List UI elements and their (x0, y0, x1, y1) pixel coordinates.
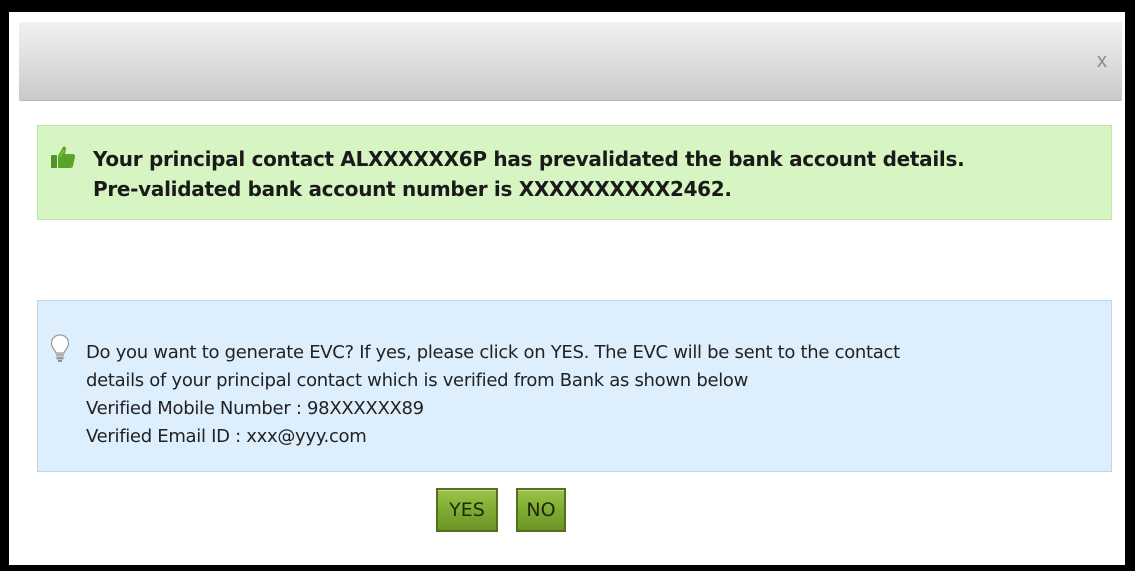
evc-dialog: x Your principal contact ALXXXXXX6P has … (9, 12, 1125, 565)
info-line-1: Do you want to generate EVC? If yes, ple… (86, 342, 900, 363)
success-message-box: Your principal contact ALXXXXXX6P has pr… (37, 125, 1112, 220)
dialog-title-bar: x (19, 22, 1122, 101)
screenshot-frame: x Your principal contact ALXXXXXX6P has … (0, 0, 1135, 571)
info-line-2: details of your principal contact which … (86, 370, 749, 391)
verified-mobile-number: Verified Mobile Number : 98XXXXXX89 (86, 398, 424, 419)
success-line-1: Your principal contact ALXXXXXX6P has pr… (93, 147, 965, 171)
thumbs-up-icon (51, 146, 76, 168)
no-button[interactable]: NO (516, 488, 566, 532)
yes-button[interactable]: YES (436, 488, 498, 532)
success-message-text: Your principal contact ALXXXXXX6P has pr… (93, 144, 965, 204)
success-line-2: Pre-validated bank account number is XXX… (93, 177, 732, 201)
info-message-text: Do you want to generate EVC? If yes, ple… (86, 339, 900, 451)
verified-email-id: Verified Email ID : xxx@yyy.com (86, 426, 367, 447)
lightbulb-icon (50, 334, 70, 362)
info-message-box: Do you want to generate EVC? If yes, ple… (37, 300, 1112, 472)
close-icon[interactable]: x (1092, 50, 1112, 72)
